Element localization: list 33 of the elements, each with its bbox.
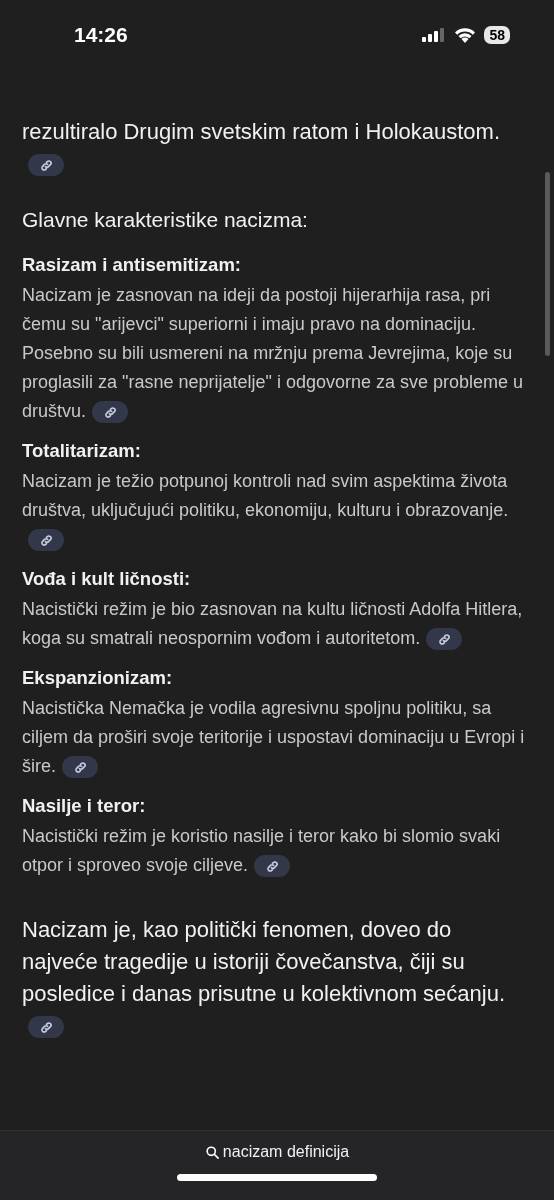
battery-level: 58 xyxy=(484,26,510,44)
link-button[interactable] xyxy=(426,628,463,651)
search-icon xyxy=(204,1144,220,1160)
link-button[interactable] xyxy=(254,855,291,878)
item-title: Ekspanzionizam: xyxy=(22,667,174,689)
link-icon xyxy=(265,859,279,873)
signal-icon xyxy=(422,28,447,42)
wifi-icon xyxy=(454,27,477,43)
item-description: Nacistički režim je bio zasnovan na kultu ličnosti Adolfa Hitlera, koga su smatrali neospornim vođom i autoritetom. xyxy=(22,595,528,653)
conclusion-paragraph: Nacizam je, kao politički fenomen, doveo do najveće tragedije u istoriji čovečanstva, čiji su posledice i danas prisutne u kolektivnom sećanju. xyxy=(22,914,528,1042)
link-icon xyxy=(39,533,53,547)
link-button[interactable] xyxy=(62,756,98,779)
link-icon xyxy=(73,760,87,774)
item-description: Nacistička Nemačka je vodila agresivnu spoljnu politiku, sa ciljem da proširi svoje teritorije i uspostavi dominaciju u Evropi i šire. xyxy=(22,694,528,781)
item-description: Nacistički režim je koristio nasilje i teror kako bi slomio svaki otpor i sproveo svoje ciljeve. xyxy=(22,822,528,880)
item-title: Rasizam i antisemitizam: xyxy=(22,254,242,276)
item-title: Totalitarizam: xyxy=(22,440,142,462)
paragraph: rezultiralo Drugim svetskim ratom i Holokaustom. xyxy=(22,116,528,180)
link-icon xyxy=(39,158,53,172)
search-query[interactable]: nacizam definicija xyxy=(204,1143,350,1161)
link-button[interactable] xyxy=(28,154,64,177)
section-heading: Glavne karakteristike nacizma: xyxy=(22,208,309,232)
link-button[interactable] xyxy=(28,529,64,552)
link-icon xyxy=(39,1020,53,1034)
item-title: Vođa i kult ličnosti: xyxy=(22,568,192,590)
link-button[interactable] xyxy=(28,1016,64,1039)
item-title: Nasilje i teror: xyxy=(22,795,147,817)
status-time: 14:26 xyxy=(74,23,128,47)
item-description: Nacizam je težio potpunoj kontroli nad svim aspektima života društva, uključujući politiku, ekonomiju, kulturu i obrazovanje. xyxy=(22,467,528,554)
item-description: Nacizam je zasnovan na ideji da postoji hijerarhija rasa, pri čemu su "arijevci" superiorni i imaju pravo na dominaciju. Posebno su bili usmereni na mržnju prema Jevrejima, koje su proglasili za "rasne neprijatelje" i odgovorne za sve probleme u društvu. xyxy=(22,281,528,426)
link-icon xyxy=(103,405,117,419)
link-icon xyxy=(437,632,451,646)
link-button[interactable] xyxy=(92,401,129,424)
